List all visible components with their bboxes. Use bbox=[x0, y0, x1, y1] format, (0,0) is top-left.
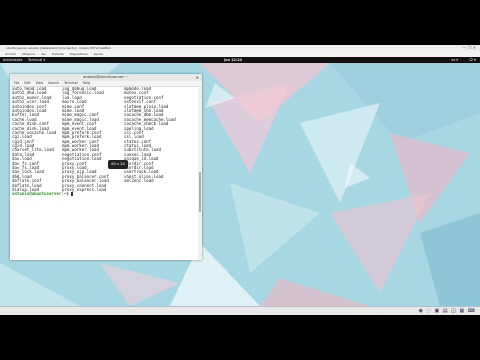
text-cursor bbox=[71, 192, 74, 197]
vbox-status-bar: ◉ ◌ ▣ ▤ ◫ ▦ ⌨ bbox=[0, 306, 480, 315]
menu-archivo[interactable]: Archivo bbox=[5, 52, 16, 56]
menu-search[interactable]: Search bbox=[48, 81, 59, 85]
status-icons[interactable]: ◉ ◌ ▣ ▤ ◫ ▦ ⌨ bbox=[419, 308, 476, 315]
menu-file[interactable]: File bbox=[14, 81, 19, 85]
terminal-output[interactable]: auto_head.load log_debug.load mpmode.load a… bbox=[10, 87, 200, 260]
prompt-path: :~$ bbox=[61, 191, 72, 197]
menu-entrada[interactable]: Entrada bbox=[52, 52, 64, 56]
menu-dispositivos[interactable]: Dispositivos bbox=[70, 52, 88, 56]
menu-maquina[interactable]: Máquina bbox=[22, 52, 35, 56]
terminal-title: antonio@ubuntuserver: ~ bbox=[83, 75, 129, 79]
shell-prompt[interactable]: antonio@ubuntuserver:~$ bbox=[12, 192, 200, 197]
file-name bbox=[124, 188, 184, 192]
menu-terminal[interactable]: Terminal bbox=[64, 81, 77, 85]
prompt-user: antonio@ubuntuserver bbox=[12, 191, 62, 197]
size-tooltip: 83 x 24 bbox=[108, 160, 128, 169]
terminal-scrollbar[interactable] bbox=[198, 87, 202, 260]
terminal-window[interactable]: antonio@ubuntuserver: ~ ✕ File Edit View… bbox=[10, 74, 202, 260]
menu-ayuda[interactable]: Ayuda bbox=[94, 52, 103, 56]
menu-help[interactable]: Help bbox=[83, 81, 90, 85]
close-icon[interactable]: ✕ bbox=[196, 74, 199, 81]
menu-ver[interactable]: Ver bbox=[41, 52, 46, 56]
terminal-title-bar[interactable]: antonio@ubuntuserver: ~ ✕ bbox=[10, 74, 202, 81]
menu-view[interactable]: View bbox=[36, 81, 44, 85]
scrollbar-thumb[interactable] bbox=[199, 172, 201, 212]
vbox-title: ubuntu server ubuntu (instalacion) [Corr… bbox=[6, 46, 111, 50]
virtualbox-window: ubuntu server ubuntu (instalacion) [Corr… bbox=[0, 45, 480, 315]
menu-edit[interactable]: Edit bbox=[24, 81, 30, 85]
